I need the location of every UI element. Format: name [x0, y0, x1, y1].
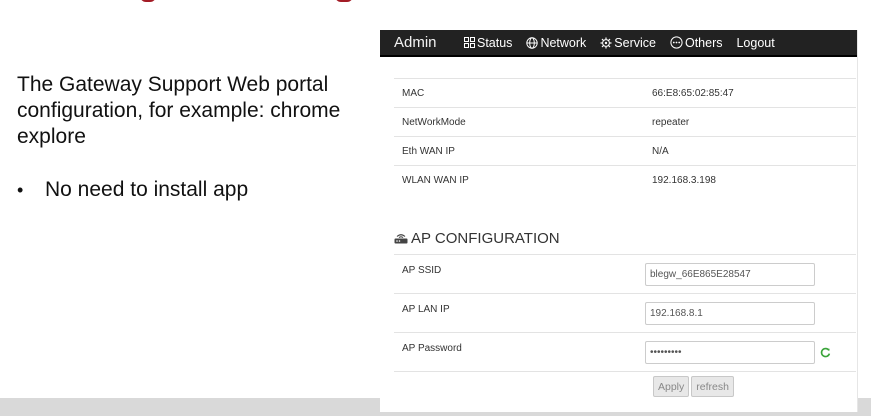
- status-table: MAC 66:E8:65:02:85:47 NetWorkMode repeat…: [394, 78, 856, 194]
- bullet-mark: •: [17, 179, 24, 200]
- status-key: WLAN WAN IP: [402, 174, 469, 186]
- ap-lan-ip-input[interactable]: [645, 302, 815, 325]
- nav-logout[interactable]: Logout: [736, 36, 774, 50]
- form-row-lan-ip: AP LAN IP: [394, 293, 856, 332]
- slide-description: The Gateway Support Web portal configura…: [17, 73, 341, 148]
- gear-icon: [600, 37, 612, 48]
- slide-title-fragment: [20, 0, 360, 4]
- apply-button[interactable]: Apply: [653, 376, 690, 397]
- top-navbar: Admin Status Network Service Others Logo…: [380, 30, 857, 57]
- nav-others-label: Others: [684, 35, 723, 50]
- globe-icon: [526, 36, 539, 49]
- router-icon: [394, 234, 408, 244]
- form-row-password: AP Password: [394, 332, 856, 371]
- slide-bullet-item: • No need to install app: [17, 178, 357, 202]
- status-value: repeater: [652, 116, 690, 128]
- nav-status[interactable]: Status: [464, 36, 512, 50]
- ap-config-form: AP SSID AP LAN IP AP Password Apply r: [394, 254, 856, 401]
- brand-label[interactable]: Admin: [380, 34, 464, 51]
- web-portal-screenshot: Admin Status Network Service Others Logo…: [380, 30, 858, 412]
- ap-config-title: AP CONFIGURATION: [411, 230, 560, 247]
- status-key: Eth WAN IP: [402, 145, 455, 157]
- table-row: WLAN WAN IP 192.168.3.198: [394, 165, 856, 194]
- ellipsis-icon: [670, 36, 683, 49]
- nav-others[interactable]: Others: [670, 35, 723, 50]
- password-refresh-icon[interactable]: [820, 347, 831, 358]
- form-actions: Apply refresh: [394, 371, 856, 401]
- nav-service-label: Service: [614, 35, 656, 50]
- ap-password-label: AP Password: [402, 343, 462, 354]
- status-key: MAC: [402, 87, 425, 99]
- refresh-button[interactable]: refresh: [691, 376, 734, 397]
- nav-network[interactable]: Network: [526, 36, 586, 50]
- status-value: N/A: [652, 145, 669, 157]
- bullet-text: No need to install app: [45, 178, 249, 201]
- status-value: 192.168.3.198: [652, 174, 716, 186]
- nav-network-label: Network: [540, 35, 587, 50]
- nav-service[interactable]: Service: [600, 36, 656, 50]
- status-key: NetWorkMode: [402, 116, 466, 128]
- nav-logout-label: Logout: [736, 35, 775, 50]
- status-value: 66:E8:65:02:85:47: [652, 87, 734, 99]
- ap-password-input[interactable]: [645, 341, 815, 364]
- table-row: Eth WAN IP N/A: [394, 136, 856, 165]
- form-row-ssid: AP SSID: [394, 254, 856, 293]
- ap-ssid-input[interactable]: [645, 263, 815, 286]
- nav-status-label: Status: [477, 35, 513, 50]
- grid-icon: [464, 37, 475, 48]
- table-row: NetWorkMode repeater: [394, 107, 856, 136]
- table-row: MAC 66:E8:65:02:85:47: [394, 78, 856, 107]
- ap-lan-ip-label: AP LAN IP: [402, 304, 450, 315]
- ap-ssid-label: AP SSID: [402, 265, 442, 276]
- ap-config-heading: AP CONFIGURATION: [394, 230, 560, 247]
